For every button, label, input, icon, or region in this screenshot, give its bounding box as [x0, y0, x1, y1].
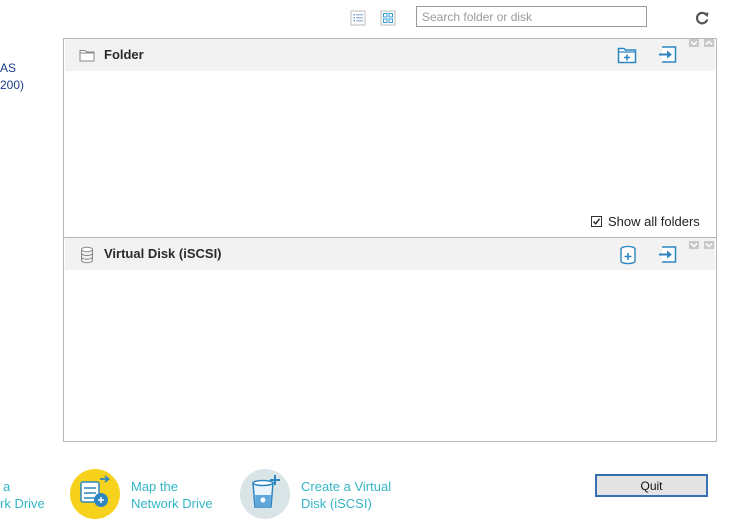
storage-panel: Folder Show all folders Virtual Disk (iS…: [63, 38, 717, 442]
left-action-line1: a: [3, 479, 11, 494]
list-view-icon[interactable]: [350, 10, 366, 26]
nas-label-line1: AS: [0, 61, 17, 75]
vdisk-section-title: Virtual Disk (iSCSI): [104, 246, 222, 261]
left-action-line2: rk Drive: [0, 496, 45, 511]
search-box[interactable]: [416, 6, 647, 27]
show-all-folders-label: Show all folders: [608, 214, 700, 229]
folder-icon: [79, 48, 95, 67]
folder-section-header: Folder: [65, 39, 715, 71]
add-folder-icon[interactable]: [617, 46, 637, 64]
map-network-drive-icon[interactable]: [70, 469, 120, 519]
refresh-icon[interactable]: [694, 10, 710, 26]
left-action[interactable]: a rk Drive: [0, 478, 45, 512]
map-network-drive-line2: Network Drive: [131, 496, 213, 511]
vdisk-section-header: Virtual Disk (iSCSI): [65, 238, 715, 270]
nas-label[interactable]: AS 200): [0, 60, 24, 94]
checkbox-checked-icon[interactable]: [591, 216, 602, 227]
vdisk-section-down-icon[interactable]: [689, 241, 699, 249]
map-network-drive-line1: Map the: [131, 479, 178, 494]
create-virtual-disk-link[interactable]: Create a Virtual Disk (iSCSI): [301, 478, 391, 512]
quit-button[interactable]: Quit: [595, 474, 708, 497]
add-vdisk-icon[interactable]: [619, 245, 637, 265]
import-folder-icon[interactable]: [657, 45, 677, 64]
grid-view-icon[interactable]: [380, 10, 396, 26]
map-network-drive-link[interactable]: Map the Network Drive: [131, 478, 213, 512]
section-down-icon[interactable]: [689, 39, 699, 47]
create-virtual-disk-line2: Disk (iSCSI): [301, 496, 372, 511]
show-all-folders-checkbox[interactable]: Show all folders: [591, 214, 700, 229]
import-vdisk-icon[interactable]: [657, 245, 677, 264]
create-virtual-disk-line1: Create a Virtual: [301, 479, 392, 494]
folder-section-title: Folder: [104, 47, 144, 62]
create-virtual-disk-icon[interactable]: [240, 469, 290, 519]
vdisk-section-up-icon[interactable]: [704, 241, 714, 249]
search-input[interactable]: [417, 7, 646, 26]
nas-label-line2: 200): [0, 78, 25, 92]
database-icon: [80, 246, 94, 269]
section-up-icon[interactable]: [704, 39, 714, 47]
